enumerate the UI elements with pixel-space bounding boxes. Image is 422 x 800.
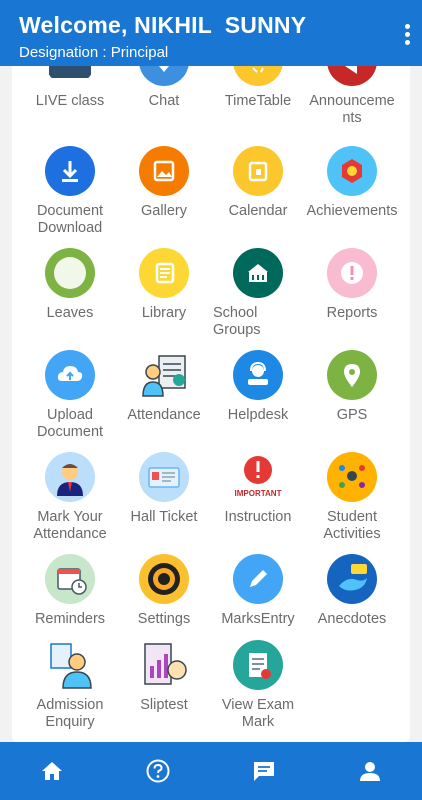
alert-icon (327, 248, 377, 298)
tile-label: Achievements (306, 203, 398, 219)
tile-gallery[interactable]: Gallery (115, 146, 213, 220)
designation-text: Designation : Principal (19, 44, 169, 61)
tile-instruction[interactable]: IMPORTANT Instruction (209, 452, 307, 526)
pencil-icon (233, 554, 283, 604)
tile-calendar[interactable]: Calendar (209, 146, 307, 220)
ticket-icon (139, 452, 189, 502)
home-icon[interactable] (38, 757, 66, 785)
chat-icon (139, 66, 189, 86)
tile-label: Chat (148, 93, 180, 109)
tile-library[interactable]: Library (115, 248, 213, 322)
bottom-navigation (0, 742, 422, 800)
tile-attendance[interactable]: Attendance (115, 350, 213, 424)
tile-label: Anecdotes (317, 611, 387, 627)
tile-timetable[interactable]: TimeTable (209, 66, 307, 110)
tile-label: Admission Enquiry (36, 697, 104, 730)
welcome-title: Welcome, NIKHIL SUNNY (19, 12, 307, 38)
tile-label: Gallery (141, 203, 187, 219)
tile-label: View Exam Mark (221, 697, 295, 730)
tile-label: Sliptest (140, 697, 188, 713)
tile-admission-enquiry[interactable]: Admission Enquiry (21, 640, 119, 731)
admission-icon (45, 640, 95, 690)
tile-label: Helpdesk (227, 407, 289, 423)
tile-marks-entry[interactable]: MarksEntry (209, 554, 307, 628)
attendance-icon (139, 350, 189, 400)
tile-live-class[interactable]: LIVE class (21, 66, 119, 110)
tile-announcements[interactable]: Announceme nts (303, 66, 401, 127)
leaves-icon (45, 248, 95, 298)
exam-sheet-icon (233, 640, 283, 690)
tile-label: Library (141, 305, 187, 321)
app-header: Welcome, NIKHIL SUNNY Designation : Prin… (0, 0, 422, 66)
tile-achievements[interactable]: Achievements (303, 146, 401, 220)
feature-grid: LIVE class Chat TimeTable Announceme nts… (12, 66, 410, 742)
anecdotes-icon (327, 554, 377, 604)
overflow-menu-icon[interactable] (402, 24, 412, 46)
tile-student-activities[interactable]: Student Activities (303, 452, 401, 543)
tile-anecdotes[interactable]: Anecdotes (303, 554, 401, 628)
tile-settings[interactable]: Settings (115, 554, 213, 628)
timetable-icon (233, 66, 283, 86)
important-icon: IMPORTANT (233, 452, 283, 502)
tile-mark-your-attendance[interactable]: Mark Your Attendance (21, 452, 119, 543)
reminders-icon (45, 554, 95, 604)
calendar-icon (233, 146, 283, 196)
tile-view-exam-mark[interactable]: View Exam Mark (209, 640, 307, 731)
download-icon (45, 146, 95, 196)
tile-label: GPS (336, 407, 368, 423)
tile-sliptest[interactable]: Sliptest (115, 640, 213, 714)
tile-label: LIVE class (35, 93, 105, 109)
location-pin-icon (327, 350, 377, 400)
upload-cloud-icon (45, 350, 95, 400)
tile-label: TimeTable (224, 93, 292, 109)
tile-label: Leaves (46, 305, 94, 321)
tile-document-download[interactable]: Document Download (21, 146, 119, 237)
helpdesk-icon (233, 350, 283, 400)
tile-label: Student Activities (323, 509, 381, 542)
tile-gps[interactable]: GPS (303, 350, 401, 424)
tile-label: Mark Your Attendance (33, 509, 107, 542)
tile-leaves[interactable]: Leaves (21, 248, 119, 322)
tile-label: School Groups (213, 305, 261, 338)
tile-hall-ticket[interactable]: Hall Ticket (115, 452, 213, 526)
badge-icon (327, 146, 377, 196)
tile-chat[interactable]: Chat (115, 66, 213, 110)
tile-label: Hall Ticket (130, 509, 198, 525)
gallery-icon (139, 146, 189, 196)
tile-label: MarksEntry (221, 611, 295, 627)
school-icon (233, 248, 283, 298)
tile-reminders[interactable]: Reminders (21, 554, 119, 628)
tile-label: Announceme nts (309, 93, 395, 126)
teacher-avatar-icon (45, 452, 95, 502)
megaphone-icon (327, 66, 377, 86)
tile-label: Upload Document (36, 407, 104, 440)
gear-icon (139, 554, 189, 604)
important-text: IMPORTANT (235, 489, 282, 498)
tile-reports[interactable]: Reports (303, 248, 401, 322)
tile-label: Attendance (127, 407, 201, 423)
live-class-icon (45, 66, 95, 86)
tile-label: Settings (137, 611, 191, 627)
tile-school-groups[interactable]: School Groups (209, 248, 307, 339)
sliptest-icon (139, 640, 189, 690)
chat-icon[interactable] (250, 757, 278, 785)
tile-upload-document[interactable]: Upload Document (21, 350, 119, 441)
tile-label: Reports (326, 305, 378, 321)
help-icon[interactable] (144, 757, 172, 785)
library-icon (139, 248, 189, 298)
tile-label: Calendar (228, 203, 288, 219)
tile-label: Document Download (36, 203, 104, 236)
tile-helpdesk[interactable]: Helpdesk (209, 350, 307, 424)
profile-icon[interactable] (356, 757, 384, 785)
tile-label: Reminders (34, 611, 106, 627)
tile-label: Instruction (224, 509, 292, 525)
activities-icon (327, 452, 377, 502)
